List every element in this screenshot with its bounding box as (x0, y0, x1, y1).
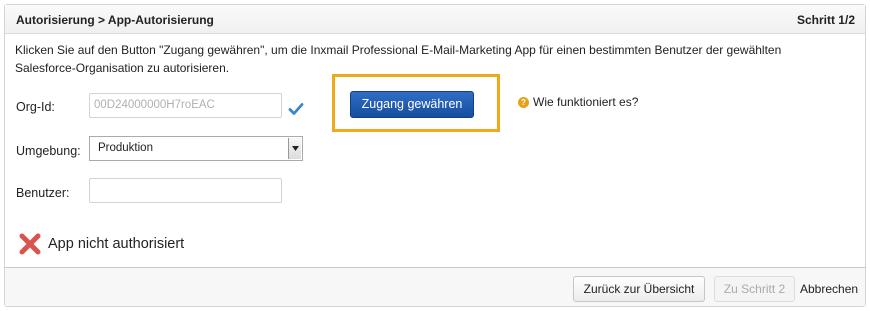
org-id-value: 00D24000000H7roEAC (94, 99, 215, 111)
cross-icon (19, 233, 41, 255)
user-field[interactable] (89, 178, 282, 203)
panel-footer: Zurück zur Übersicht Zu Schritt 2 Abbrec… (5, 267, 865, 306)
step-indicator: Schritt 1/2 (796, 13, 855, 27)
status-text: App nicht authorisiert (48, 236, 185, 252)
intro-text: Klicken Sie auf den Button "Zugang gewäh… (15, 43, 782, 75)
check-icon (288, 103, 304, 115)
next-step-button[interactable]: Zu Schritt 2 (714, 276, 795, 302)
environment-value: Produktion (98, 142, 153, 154)
org-id-label: Org-Id: (16, 100, 55, 114)
authorization-panel: Autorisierung > App-Autorisierung Schrit… (4, 4, 866, 307)
back-to-overview-button[interactable]: Zurück zur Übersicht (573, 276, 705, 302)
grant-access-button[interactable]: Zugang gewähren (350, 91, 474, 118)
authorization-status: App nicht authorisiert (18, 232, 184, 256)
question-icon: ? (518, 96, 529, 108)
chevron-down-icon[interactable] (288, 138, 301, 159)
help-link[interactable]: ? Wie funktioniert es? (518, 95, 638, 109)
cancel-link[interactable]: Abbrechen (800, 282, 858, 296)
org-id-field: 00D24000000H7roEAC (89, 93, 282, 118)
environment-label: Umgebung: (16, 144, 81, 158)
user-label: Benutzer: (16, 186, 70, 200)
panel-header: Autorisierung > App-Autorisierung Schrit… (5, 5, 865, 34)
breadcrumb: Autorisierung > App-Autorisierung (16, 13, 214, 27)
environment-select[interactable]: Produktion (89, 136, 303, 161)
help-link-label: Wie funktioniert es? (533, 95, 639, 109)
